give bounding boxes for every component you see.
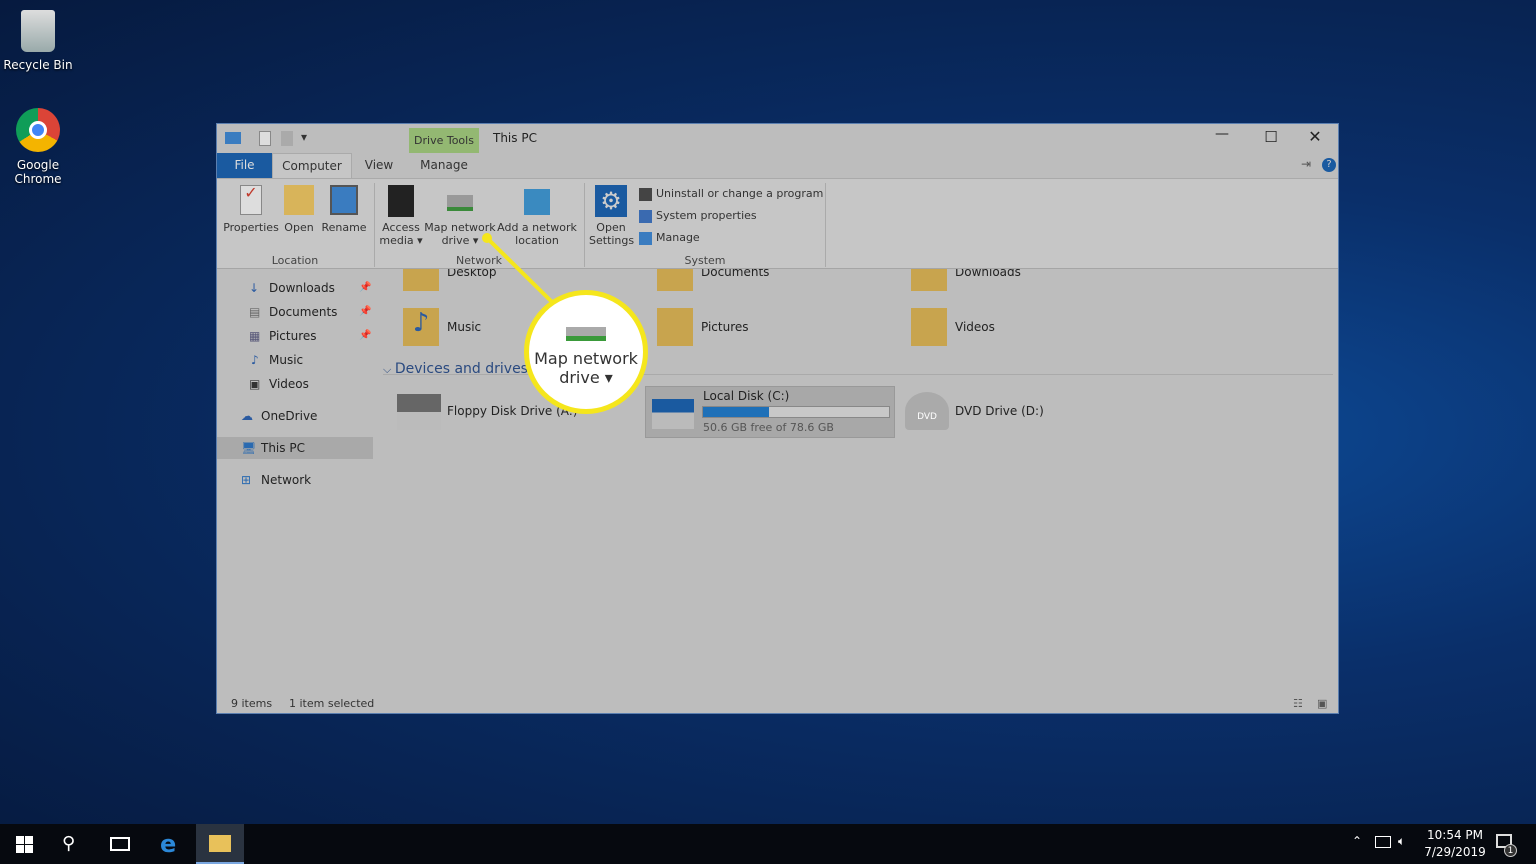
notification-count-badge: 1 bbox=[1504, 844, 1517, 857]
windows-start-icon[interactable] bbox=[16, 836, 33, 853]
map-network-drive-callout: Map network drive ▾ bbox=[524, 290, 648, 414]
clock[interactable]: 10:54 PM 7/29/2019 bbox=[1420, 827, 1490, 861]
callout-connector bbox=[482, 233, 554, 304]
network-drive-icon bbox=[566, 327, 606, 341]
file-explorer-taskbar-button[interactable] bbox=[196, 824, 244, 864]
taskbar: ⚲ e ⌃ 🔈︎ 10:54 PM 7/29/2019 1 bbox=[0, 824, 1536, 864]
folder-icon bbox=[209, 835, 231, 852]
show-hidden-icons-icon[interactable]: ⌃ bbox=[1352, 834, 1362, 848]
search-icon[interactable]: ⚲ bbox=[62, 833, 75, 854]
volume-muted-icon[interactable]: 🔈︎ bbox=[1398, 834, 1405, 849]
edge-icon[interactable]: e bbox=[160, 830, 176, 858]
task-view-icon[interactable] bbox=[110, 837, 130, 851]
network-status-icon[interactable] bbox=[1375, 836, 1391, 848]
